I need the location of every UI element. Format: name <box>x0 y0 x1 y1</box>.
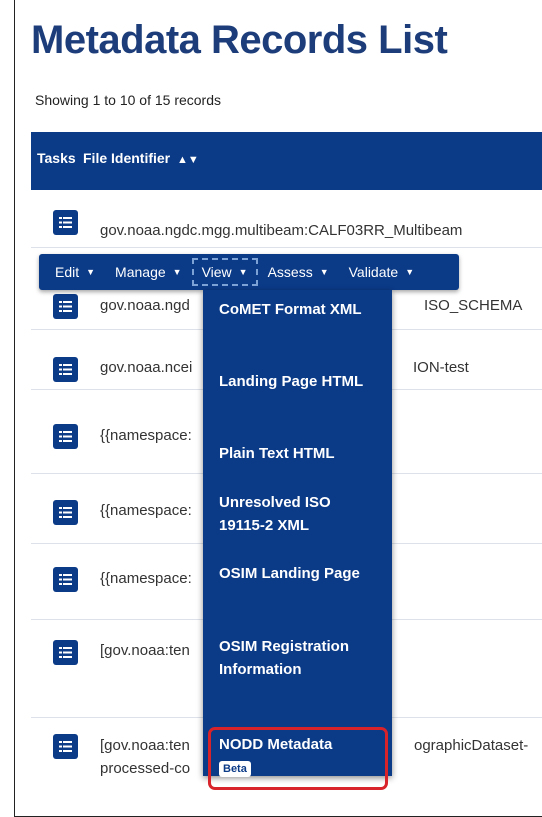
manage-menu-label: Manage <box>115 264 166 280</box>
file-identifier-column-header[interactable]: File Identifier ▲▼ <box>83 150 199 166</box>
tasks-button[interactable] <box>53 567 78 592</box>
caret-down-icon: ▼ <box>238 267 248 277</box>
tasks-button[interactable] <box>53 210 78 235</box>
table-row: gov.noaa.ngdc.mgg.multibeam:CALF03RR_Mul… <box>31 190 542 248</box>
menu-item-unresolved-iso-xml[interactable]: Unresolved ISO 19115-2 XML <box>219 491 379 537</box>
file-identifier-cell: gov.noaa.ngdc.mgg.multibeam:CALF03RR_Mul… <box>100 222 463 239</box>
file-identifier-cell-line2: processed-co <box>100 760 191 777</box>
edit-menu-button[interactable]: Edit ▼ <box>45 258 105 286</box>
tasks-button[interactable] <box>53 734 78 759</box>
file-identifier-cell: gov.noaa.ngd <box>100 297 190 314</box>
list-icon <box>59 507 72 518</box>
caret-down-icon: ▼ <box>86 267 96 277</box>
list-icon <box>59 431 72 442</box>
file-identifier-cell: gov.noaa.ncei <box>100 359 193 376</box>
list-icon <box>59 301 72 312</box>
list-icon <box>59 217 72 228</box>
file-identifier-cell: {{namespace: <box>100 502 192 519</box>
manage-menu-button[interactable]: Manage ▼ <box>105 258 192 286</box>
file-identifier-cell-end: ION-test <box>413 359 469 376</box>
view-dropdown-menu: CoMET Format XML Landing Page HTML Plain… <box>203 290 392 790</box>
menu-item-nodd-metadata[interactable]: NODD Metadata Beta <box>219 733 379 779</box>
tasks-button[interactable] <box>53 640 78 665</box>
tasks-button[interactable] <box>53 500 78 525</box>
list-icon <box>59 647 72 658</box>
file-identifier-cell: [gov.noaa:ten <box>100 737 190 754</box>
view-menu-button[interactable]: View ▼ <box>191 258 258 286</box>
file-identifier-cell: {{namespace: <box>100 570 192 587</box>
page-title: Metadata Records List <box>31 18 448 62</box>
assess-menu-label: Assess <box>267 264 313 280</box>
caret-down-icon: ▼ <box>172 267 182 277</box>
table-header: Tasks File Identifier ▲▼ <box>31 132 542 190</box>
menu-item-comet-format-xml[interactable]: CoMET Format XML <box>219 298 379 321</box>
file-identifier-cell: {{namespace: <box>100 427 192 444</box>
tasks-column-header: Tasks <box>37 150 76 166</box>
menu-item-landing-page-html[interactable]: Landing Page HTML <box>219 370 379 393</box>
assess-menu-button[interactable]: Assess ▼ <box>258 258 339 286</box>
tasks-button[interactable] <box>53 357 78 382</box>
list-icon <box>59 741 72 752</box>
file-identifier-header-label: File Identifier <box>83 150 171 166</box>
nodd-metadata-label: NODD Metadata <box>219 736 333 753</box>
validate-menu-label: Validate <box>348 264 399 280</box>
file-identifier-cell-end: ographicDataset- <box>414 737 529 754</box>
row-action-menu: Edit ▼ Manage ▼ View ▼ Assess ▼ Validate ▼ <box>39 254 459 290</box>
file-identifier-cell: [gov.noaa:ten <box>100 642 190 659</box>
sort-icon[interactable]: ▲▼ <box>177 154 199 166</box>
view-menu-label: View <box>201 264 232 280</box>
file-identifier-cell-end: ISO_SCHEMA <box>424 297 523 314</box>
tasks-button[interactable] <box>53 424 78 449</box>
menu-item-osim-registration-information[interactable]: OSIM Registration Information <box>219 635 379 681</box>
record-count: Showing 1 to 10 of 15 records <box>35 92 222 108</box>
edit-menu-label: Edit <box>55 264 80 280</box>
tasks-button[interactable] <box>53 294 78 319</box>
list-icon <box>59 364 72 375</box>
validate-menu-button[interactable]: Validate ▼ <box>339 258 424 286</box>
beta-badge: Beta <box>219 761 251 777</box>
caret-down-icon: ▼ <box>319 267 329 277</box>
caret-down-icon: ▼ <box>405 267 415 277</box>
menu-item-plain-text-html[interactable]: Plain Text HTML <box>219 442 379 465</box>
menu-item-osim-landing-page[interactable]: OSIM Landing Page <box>219 562 379 585</box>
list-icon <box>59 574 72 585</box>
